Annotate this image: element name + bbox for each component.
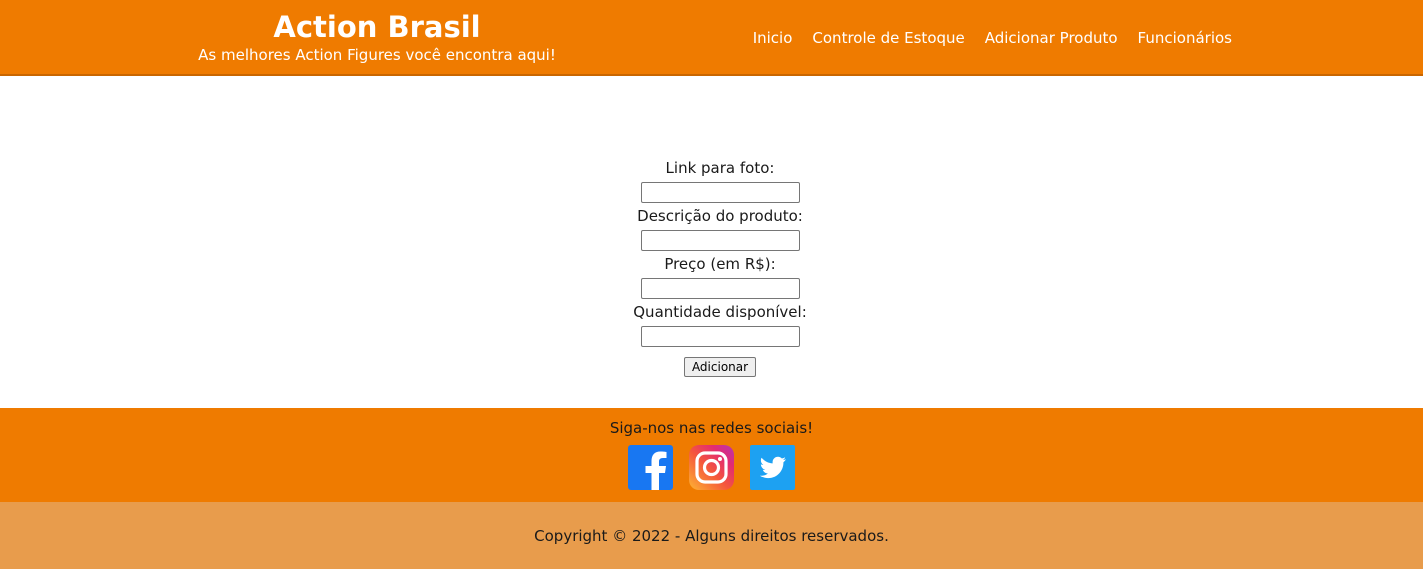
photo-link-label: Link para foto: [665,159,775,177]
instagram-icon[interactable] [689,445,734,490]
add-product-button[interactable]: Adicionar [683,357,757,377]
add-product-form: Link para foto: Descrição do produto: Pr… [560,157,880,377]
brand: Action Brasil As melhores Action Figures… [190,8,564,65]
social-heading: Siga-nos nas redes sociais! [609,419,814,437]
nav-link-adicionar-produto[interactable]: Adicionar Produto [985,26,1118,50]
photo-link-input[interactable] [640,182,800,203]
nav-link-funcionarios[interactable]: Funcionários [1138,26,1232,50]
site-header: Action Brasil As melhores Action Figures… [0,0,1423,76]
facebook-icon[interactable] [628,445,673,490]
product-description-label: Descrição do produto: [637,207,803,225]
social-section: Siga-nos nas redes sociais! [0,408,1423,502]
nav-link-inicio[interactable]: Inicio [753,26,793,50]
main-nav: Inicio Controle de Estoque Adicionar Pro… [753,26,1232,50]
site-title[interactable]: Action Brasil [190,8,564,46]
quantity-label: Quantidade disponível: [633,303,807,321]
social-icons [0,445,1423,490]
product-description-input[interactable] [640,230,800,251]
twitter-icon[interactable] [750,445,795,490]
nav-link-controle-de-estoque[interactable]: Controle de Estoque [812,26,964,50]
site-footer: Copyright © 2022 - Alguns direitos reser… [0,502,1423,569]
site-tagline: As melhores Action Figures você encontra… [198,46,556,64]
quantity-input[interactable] [640,326,800,347]
price-input[interactable] [640,278,800,299]
copyright-text: Copyright © 2022 - Alguns direitos reser… [534,527,889,545]
price-label: Preço (em R$): [664,255,776,273]
